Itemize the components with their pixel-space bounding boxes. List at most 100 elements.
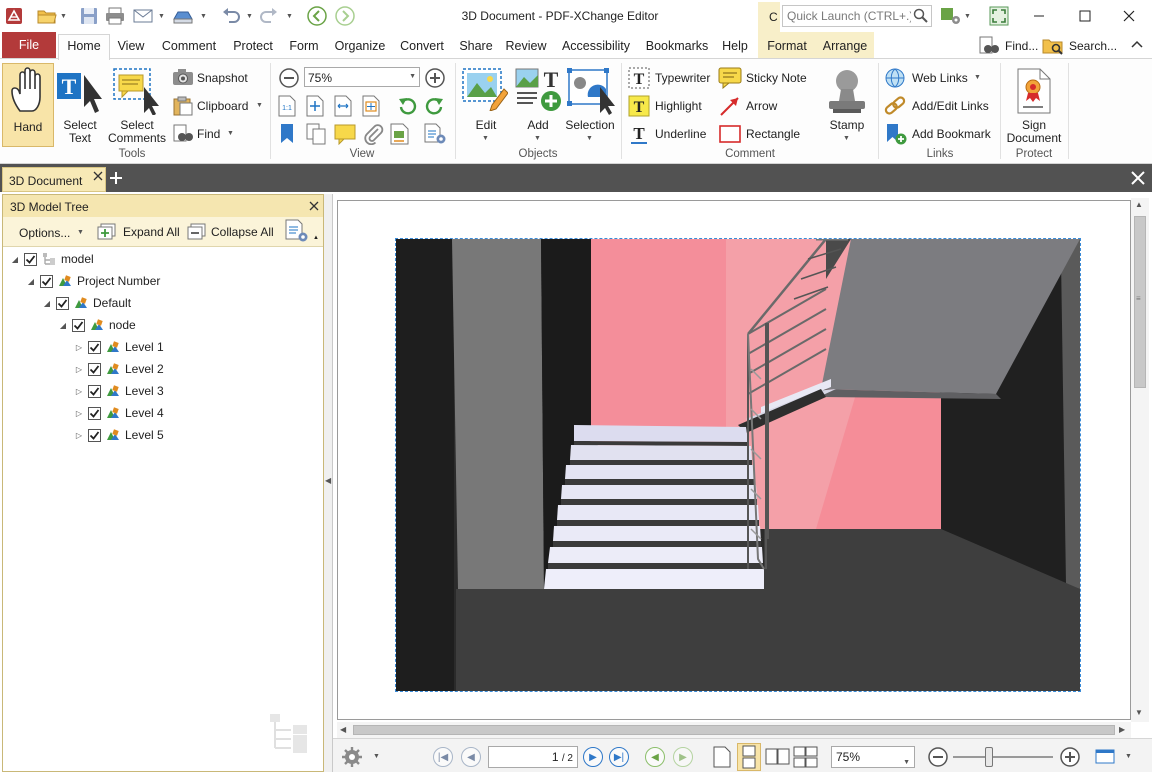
zoom-slider-thumb[interactable] bbox=[985, 747, 993, 767]
status-bar-overflow-icon[interactable]: ▼ bbox=[1125, 753, 1132, 760]
tree-node[interactable]: ◢ node bbox=[57, 315, 136, 335]
settings-gear-icon[interactable] bbox=[341, 746, 363, 771]
print-icon[interactable] bbox=[104, 5, 126, 27]
quick-launch-box[interactable] bbox=[782, 5, 932, 27]
3d-annotation[interactable] bbox=[395, 237, 1081, 692]
collapsed-arrow-icon[interactable]: ▷ bbox=[73, 387, 85, 396]
close-tab-icon[interactable] bbox=[93, 170, 103, 184]
tab-file[interactable]: File bbox=[2, 32, 56, 59]
next-page-button[interactable]: ▶ bbox=[583, 747, 603, 767]
typewriter-button[interactable]: T Typewriter bbox=[628, 67, 716, 89]
pane-settings-button[interactable] bbox=[285, 219, 309, 245]
collapsed-arrow-icon[interactable]: ▷ bbox=[73, 431, 85, 440]
node-visibility-checkbox[interactable] bbox=[24, 252, 37, 266]
scroll-left-icon[interactable]: ◀ bbox=[340, 725, 346, 734]
open-dropdown-icon[interactable]: ▼ bbox=[60, 13, 67, 20]
zoom-in-small-icon[interactable] bbox=[1059, 746, 1081, 771]
minimize-button[interactable] bbox=[1016, 0, 1062, 32]
customize-dropdown-icon[interactable]: ▼ bbox=[964, 13, 971, 20]
back-view-button[interactable]: ◀ bbox=[645, 747, 665, 767]
collapsed-arrow-icon[interactable]: ▷ bbox=[73, 343, 85, 352]
tab-home[interactable]: Home bbox=[58, 34, 110, 60]
settings-dropdown-icon[interactable]: ▼ bbox=[373, 753, 380, 760]
options-menu-button[interactable]: Options... ▼ bbox=[13, 222, 89, 242]
select-text-button[interactable]: T Select Text bbox=[54, 63, 106, 147]
tab-comment[interactable]: Comment bbox=[157, 35, 221, 59]
tree-node[interactable]: ▷ Level 3 bbox=[73, 381, 164, 401]
tab-bookmarks[interactable]: Bookmarks bbox=[642, 35, 712, 59]
snapshot-button[interactable]: Snapshot bbox=[170, 67, 262, 89]
facing-pages-icon[interactable] bbox=[765, 746, 791, 771]
scan-dropdown-icon[interactable]: ▼ bbox=[200, 13, 207, 20]
zoom-in-button[interactable] bbox=[424, 67, 446, 89]
tree-node[interactable]: ▷ Level 4 bbox=[73, 403, 164, 423]
zoom-level-select[interactable]: 75% ▼ bbox=[831, 746, 915, 768]
web-links-button[interactable]: Web Links ▼ bbox=[884, 67, 994, 89]
collapsed-arrow-icon[interactable]: ▷ bbox=[73, 409, 85, 418]
document-tab[interactable]: 3D Document bbox=[2, 167, 106, 192]
comments-pane-icon[interactable] bbox=[334, 123, 356, 146]
node-visibility-checkbox[interactable] bbox=[72, 318, 85, 332]
add-edit-links-button[interactable]: Add/Edit Links bbox=[884, 95, 996, 117]
quick-launch-input[interactable] bbox=[783, 6, 911, 26]
last-page-button[interactable]: ▶| bbox=[609, 747, 629, 767]
rotate-right-icon[interactable] bbox=[424, 95, 446, 117]
horizontal-scrollbar[interactable]: ◀ ▶ bbox=[337, 722, 1131, 738]
close-window-button[interactable] bbox=[1106, 0, 1152, 32]
vertical-scrollbar[interactable]: ▲ ≡ ▼ bbox=[1131, 198, 1149, 722]
thumbnails-pane-icon[interactable] bbox=[306, 123, 328, 145]
forward-view-button[interactable]: ▶ bbox=[673, 747, 693, 767]
page-number-input[interactable]: 1 / 2 bbox=[488, 746, 578, 768]
clipboard-button[interactable]: Clipboard ▼ bbox=[170, 95, 270, 117]
tab-protect[interactable]: Protect bbox=[228, 35, 278, 59]
scan-icon[interactable] bbox=[172, 5, 194, 27]
forward-nav-icon[interactable] bbox=[334, 5, 356, 27]
redo-dropdown-icon[interactable]: ▼ bbox=[286, 13, 293, 20]
collapse-ribbon-icon[interactable] bbox=[1130, 38, 1144, 53]
scroll-up-icon[interactable]: ▲ bbox=[1135, 200, 1143, 209]
sign-document-button[interactable]: Sign Document bbox=[1004, 63, 1064, 147]
single-page-icon[interactable] bbox=[713, 746, 731, 771]
3d-scene-staircase[interactable] bbox=[396, 237, 1080, 691]
undo-icon[interactable] bbox=[220, 5, 242, 27]
rotate-left-icon[interactable] bbox=[396, 95, 418, 117]
fit-visible-icon[interactable] bbox=[362, 95, 382, 117]
add-bookmark-button[interactable]: Add Bookmark bbox=[884, 123, 996, 145]
expanded-arrow-icon[interactable]: ◢ bbox=[25, 277, 37, 286]
node-visibility-checkbox[interactable] bbox=[88, 340, 101, 354]
fit-page-icon[interactable] bbox=[306, 95, 326, 117]
tab-form[interactable]: Form bbox=[284, 35, 324, 59]
scroll-right-icon[interactable]: ▶ bbox=[1119, 725, 1125, 734]
back-nav-icon[interactable] bbox=[306, 5, 328, 27]
app-logo-icon[interactable] bbox=[3, 5, 25, 27]
email-icon[interactable] bbox=[132, 5, 154, 27]
redo-icon[interactable] bbox=[258, 5, 280, 27]
collapsed-arrow-icon[interactable]: ▷ bbox=[73, 365, 85, 374]
sticky-note-button[interactable]: Sticky Note bbox=[718, 67, 814, 90]
rectangle-button[interactable]: Rectangle bbox=[718, 123, 814, 145]
zoom-slider-track[interactable] bbox=[953, 756, 1053, 758]
close-document-icon[interactable] bbox=[1131, 171, 1145, 188]
hand-tool-button[interactable]: Hand bbox=[2, 63, 54, 147]
find-tool-button[interactable]: Find ▼ bbox=[170, 123, 262, 145]
first-page-button[interactable]: |◀ bbox=[433, 747, 453, 767]
zoom-select[interactable]: 75% ▼ bbox=[304, 67, 420, 87]
node-visibility-checkbox[interactable] bbox=[88, 362, 101, 376]
prev-page-button[interactable]: ◀ bbox=[461, 747, 481, 767]
open-folder-icon[interactable] bbox=[36, 5, 58, 27]
pane-splitter[interactable]: ◀ bbox=[324, 194, 332, 772]
attachments-pane-icon[interactable] bbox=[362, 123, 384, 146]
close-pane-icon[interactable] bbox=[309, 200, 319, 214]
select-comments-button[interactable]: Select Comments bbox=[106, 63, 168, 147]
tab-accessibility[interactable]: Accessibility bbox=[558, 35, 634, 59]
tab-review[interactable]: Review bbox=[503, 35, 549, 59]
expanded-arrow-icon[interactable]: ◢ bbox=[57, 321, 69, 330]
tab-view[interactable]: View bbox=[113, 35, 149, 59]
find-button[interactable]: Find... bbox=[978, 35, 1040, 57]
tree-node[interactable]: ◢ Project Number bbox=[25, 271, 160, 291]
view-settings-icon[interactable] bbox=[424, 123, 448, 145]
new-tab-icon[interactable] bbox=[108, 170, 124, 189]
tab-convert[interactable]: Convert bbox=[396, 35, 448, 59]
undo-dropdown-icon[interactable]: ▼ bbox=[246, 13, 253, 20]
expanded-arrow-icon[interactable]: ◢ bbox=[41, 299, 53, 308]
